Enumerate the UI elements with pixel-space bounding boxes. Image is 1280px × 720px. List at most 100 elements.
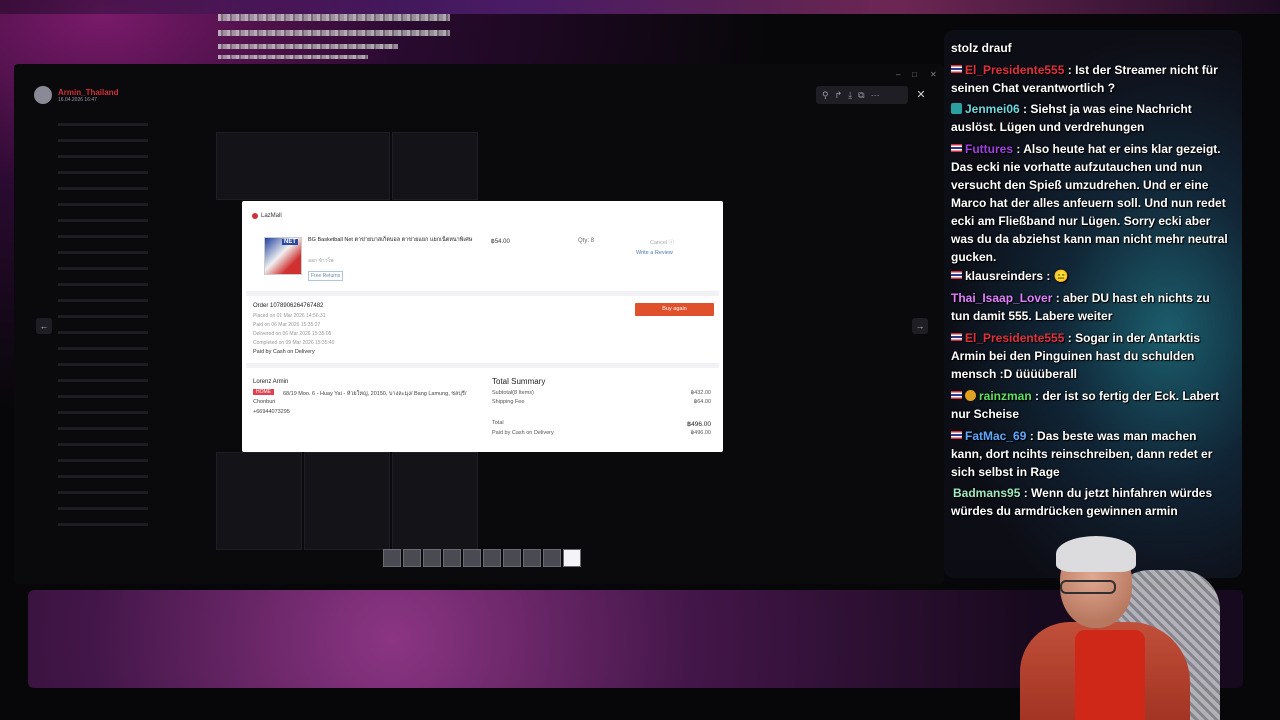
address-text: 68/19 Moo. 6 - Huay Yai - ห้วยใหญ่, 2015…: [253, 391, 467, 405]
discord-username[interactable]: Armin_Thailand: [58, 88, 118, 97]
shipping-label: Shipping Fee: [492, 399, 525, 405]
chat-username: Futtures: [965, 142, 1013, 156]
chat-message: El_Presidente555 : Sogar in der Antarkti…: [951, 329, 1231, 383]
zoom-icon[interactable]: ⚲: [822, 89, 829, 101]
attachment-thumbnail: [216, 452, 302, 550]
flag-icon: [951, 144, 962, 152]
lazmall-logo-icon: [252, 213, 258, 219]
buy-again-button: Buy again: [635, 303, 714, 316]
subtotal-label: Subtotal(8 Items): [492, 390, 534, 396]
redaction-bar: [218, 30, 450, 36]
product-variant: ลอก ข้าวโพ: [308, 258, 334, 264]
subtotal-row: Subtotal(8 Items) ฿432.00: [492, 390, 711, 396]
chat-overlay: stolz drauf El_Presidente555 : Ist der S…: [944, 30, 1242, 578]
thumbnail-active[interactable]: [563, 549, 581, 567]
chat-message: FatMac_69 : Das beste was man machen kan…: [951, 427, 1231, 481]
thumbnail[interactable]: [503, 549, 521, 567]
product-title: BG Basketball Net ตาข่ายบาสเก็ตบอล ตาข่า…: [308, 237, 473, 243]
more-icon[interactable]: ⋯: [871, 89, 880, 101]
forward-icon[interactable]: ↱: [835, 89, 843, 101]
product-price: ฿54.00: [491, 239, 510, 245]
chat-username: klausreinders: [965, 269, 1044, 283]
order-screenshot: LazMall NET BG Basketball Net ตาข่ายบาสเ…: [242, 201, 723, 452]
thumbnail[interactable]: [383, 549, 401, 567]
shipping-value: ฿64.00: [693, 399, 711, 405]
badge-icon: [965, 390, 976, 401]
streamer-hair: [1056, 536, 1136, 572]
window-close-icon[interactable]: ✕: [930, 70, 937, 79]
thumbnail[interactable]: [543, 549, 561, 567]
chat-message: El_Presidente555 : Ist der Streamer nich…: [951, 61, 1231, 97]
open-icon[interactable]: ⧉: [858, 89, 864, 101]
chat-message: Badmans95 : Wenn du jetzt hinfahren würd…: [951, 484, 1231, 520]
streamer-shirt: [1075, 630, 1145, 720]
thumbnail[interactable]: [423, 549, 441, 567]
chat-username: El_Presidente555: [965, 63, 1065, 77]
order-completed: Completed on 09 Mar 2026 15:35:40: [253, 340, 335, 346]
chat-message: rainzman : der ist so fertig der Eck. La…: [951, 387, 1231, 423]
attachment-thumbnail: [304, 452, 390, 550]
thumbnail[interactable]: [523, 549, 541, 567]
thumbnail[interactable]: [443, 549, 461, 567]
download-icon[interactable]: ⤓: [848, 89, 852, 101]
chat-text: : Also heute hat er eins klar gezeigt. D…: [951, 142, 1228, 264]
write-review-link: Write a Review: [636, 250, 673, 256]
chat-text: : 😑: [1043, 269, 1069, 283]
chat-message: klausreinders : 😑: [951, 267, 1231, 285]
maximize-icon[interactable]: □: [912, 70, 917, 79]
image-viewer-toolbar: ⚲ ↱ ⤓ ⧉ ⋯: [816, 86, 908, 104]
chat-username: Jenmei06: [965, 102, 1020, 116]
free-returns-badge: Free Returns: [308, 271, 344, 281]
payment-method: Paid by Cash on Delivery: [253, 349, 315, 355]
cancel-link: Cancel ⓘ: [650, 240, 675, 246]
discord-sidebar: [28, 110, 188, 560]
discord-timestamp: 16.04.2026 16:47: [58, 96, 97, 103]
glasses: [1060, 580, 1116, 594]
flag-icon: [951, 333, 962, 341]
chat-username: FatMac_69: [965, 429, 1027, 443]
total-summary: Total Summary Subtotal(8 Items) ฿432.00 …: [485, 373, 719, 443]
attachment-thumbnail: [392, 132, 478, 200]
avatar[interactable]: [34, 86, 52, 104]
stream-overlay: – □ ✕ Armin_Thailand 16.04.2026 16:47 ⚲ …: [0, 0, 1280, 720]
image-thumbnail-strip: [382, 548, 582, 568]
phone-number: +66944073295: [253, 409, 290, 415]
total-row: Total ฿496.00: [492, 420, 711, 428]
divider: [246, 291, 719, 296]
attachment-thumbnail: [216, 132, 390, 200]
discord-message-header: Armin_Thailand 16.04.2026 16:47: [34, 86, 118, 104]
cod-value: ฿496.00: [690, 430, 711, 436]
summary-title: Total Summary: [492, 377, 546, 386]
viewer-close-icon[interactable]: ✕: [913, 87, 929, 103]
chat-username: rainzman: [979, 389, 1032, 403]
next-image-icon[interactable]: →: [912, 318, 928, 334]
attachment-thumbnail: [392, 452, 478, 550]
chat-message: Jenmei06 : Siehst ja was eine Nachricht …: [951, 100, 1231, 136]
cod-row: Paid by Cash on Delivery ฿496.00: [492, 430, 711, 436]
order-number: Order 1078906264767482: [253, 303, 324, 309]
order-delivered: Delivered on 06 Mar 2026 15:35:05: [253, 331, 332, 337]
redaction-bar: [218, 55, 368, 59]
prev-image-icon[interactable]: ←: [36, 318, 52, 334]
chat-username: El_Presidente555: [965, 331, 1065, 345]
chat-text: stolz drauf: [951, 41, 1012, 55]
product-qty: Qty: 8: [578, 238, 595, 244]
recipient-name: Lorenz Armin: [253, 379, 289, 385]
thumbnail[interactable]: [403, 549, 421, 567]
total-label: Total: [492, 420, 504, 426]
total-value: ฿496.00: [686, 421, 711, 428]
redaction-bar: [218, 14, 450, 21]
chat-username: Thai_Isaap_Lover: [951, 291, 1053, 305]
subtotal-value: ฿432.00: [690, 390, 711, 396]
minimize-icon[interactable]: –: [896, 70, 900, 79]
shop-header: LazMall: [252, 213, 282, 219]
thumbnail[interactable]: [463, 549, 481, 567]
thumbnail[interactable]: [483, 549, 501, 567]
order-paid: Paid on 06 Mar 2026 15:35:27: [253, 322, 321, 328]
product-badge: NET: [282, 239, 298, 245]
shop-name: LazMall: [261, 213, 282, 219]
chat-message: Futtures : Also heute hat er eins klar g…: [951, 140, 1231, 266]
top-glow-decoration: [0, 0, 1280, 14]
flag-icon: [951, 65, 962, 73]
order-placed: Placed on 01 Mar 2026 14:56:31: [253, 313, 326, 319]
